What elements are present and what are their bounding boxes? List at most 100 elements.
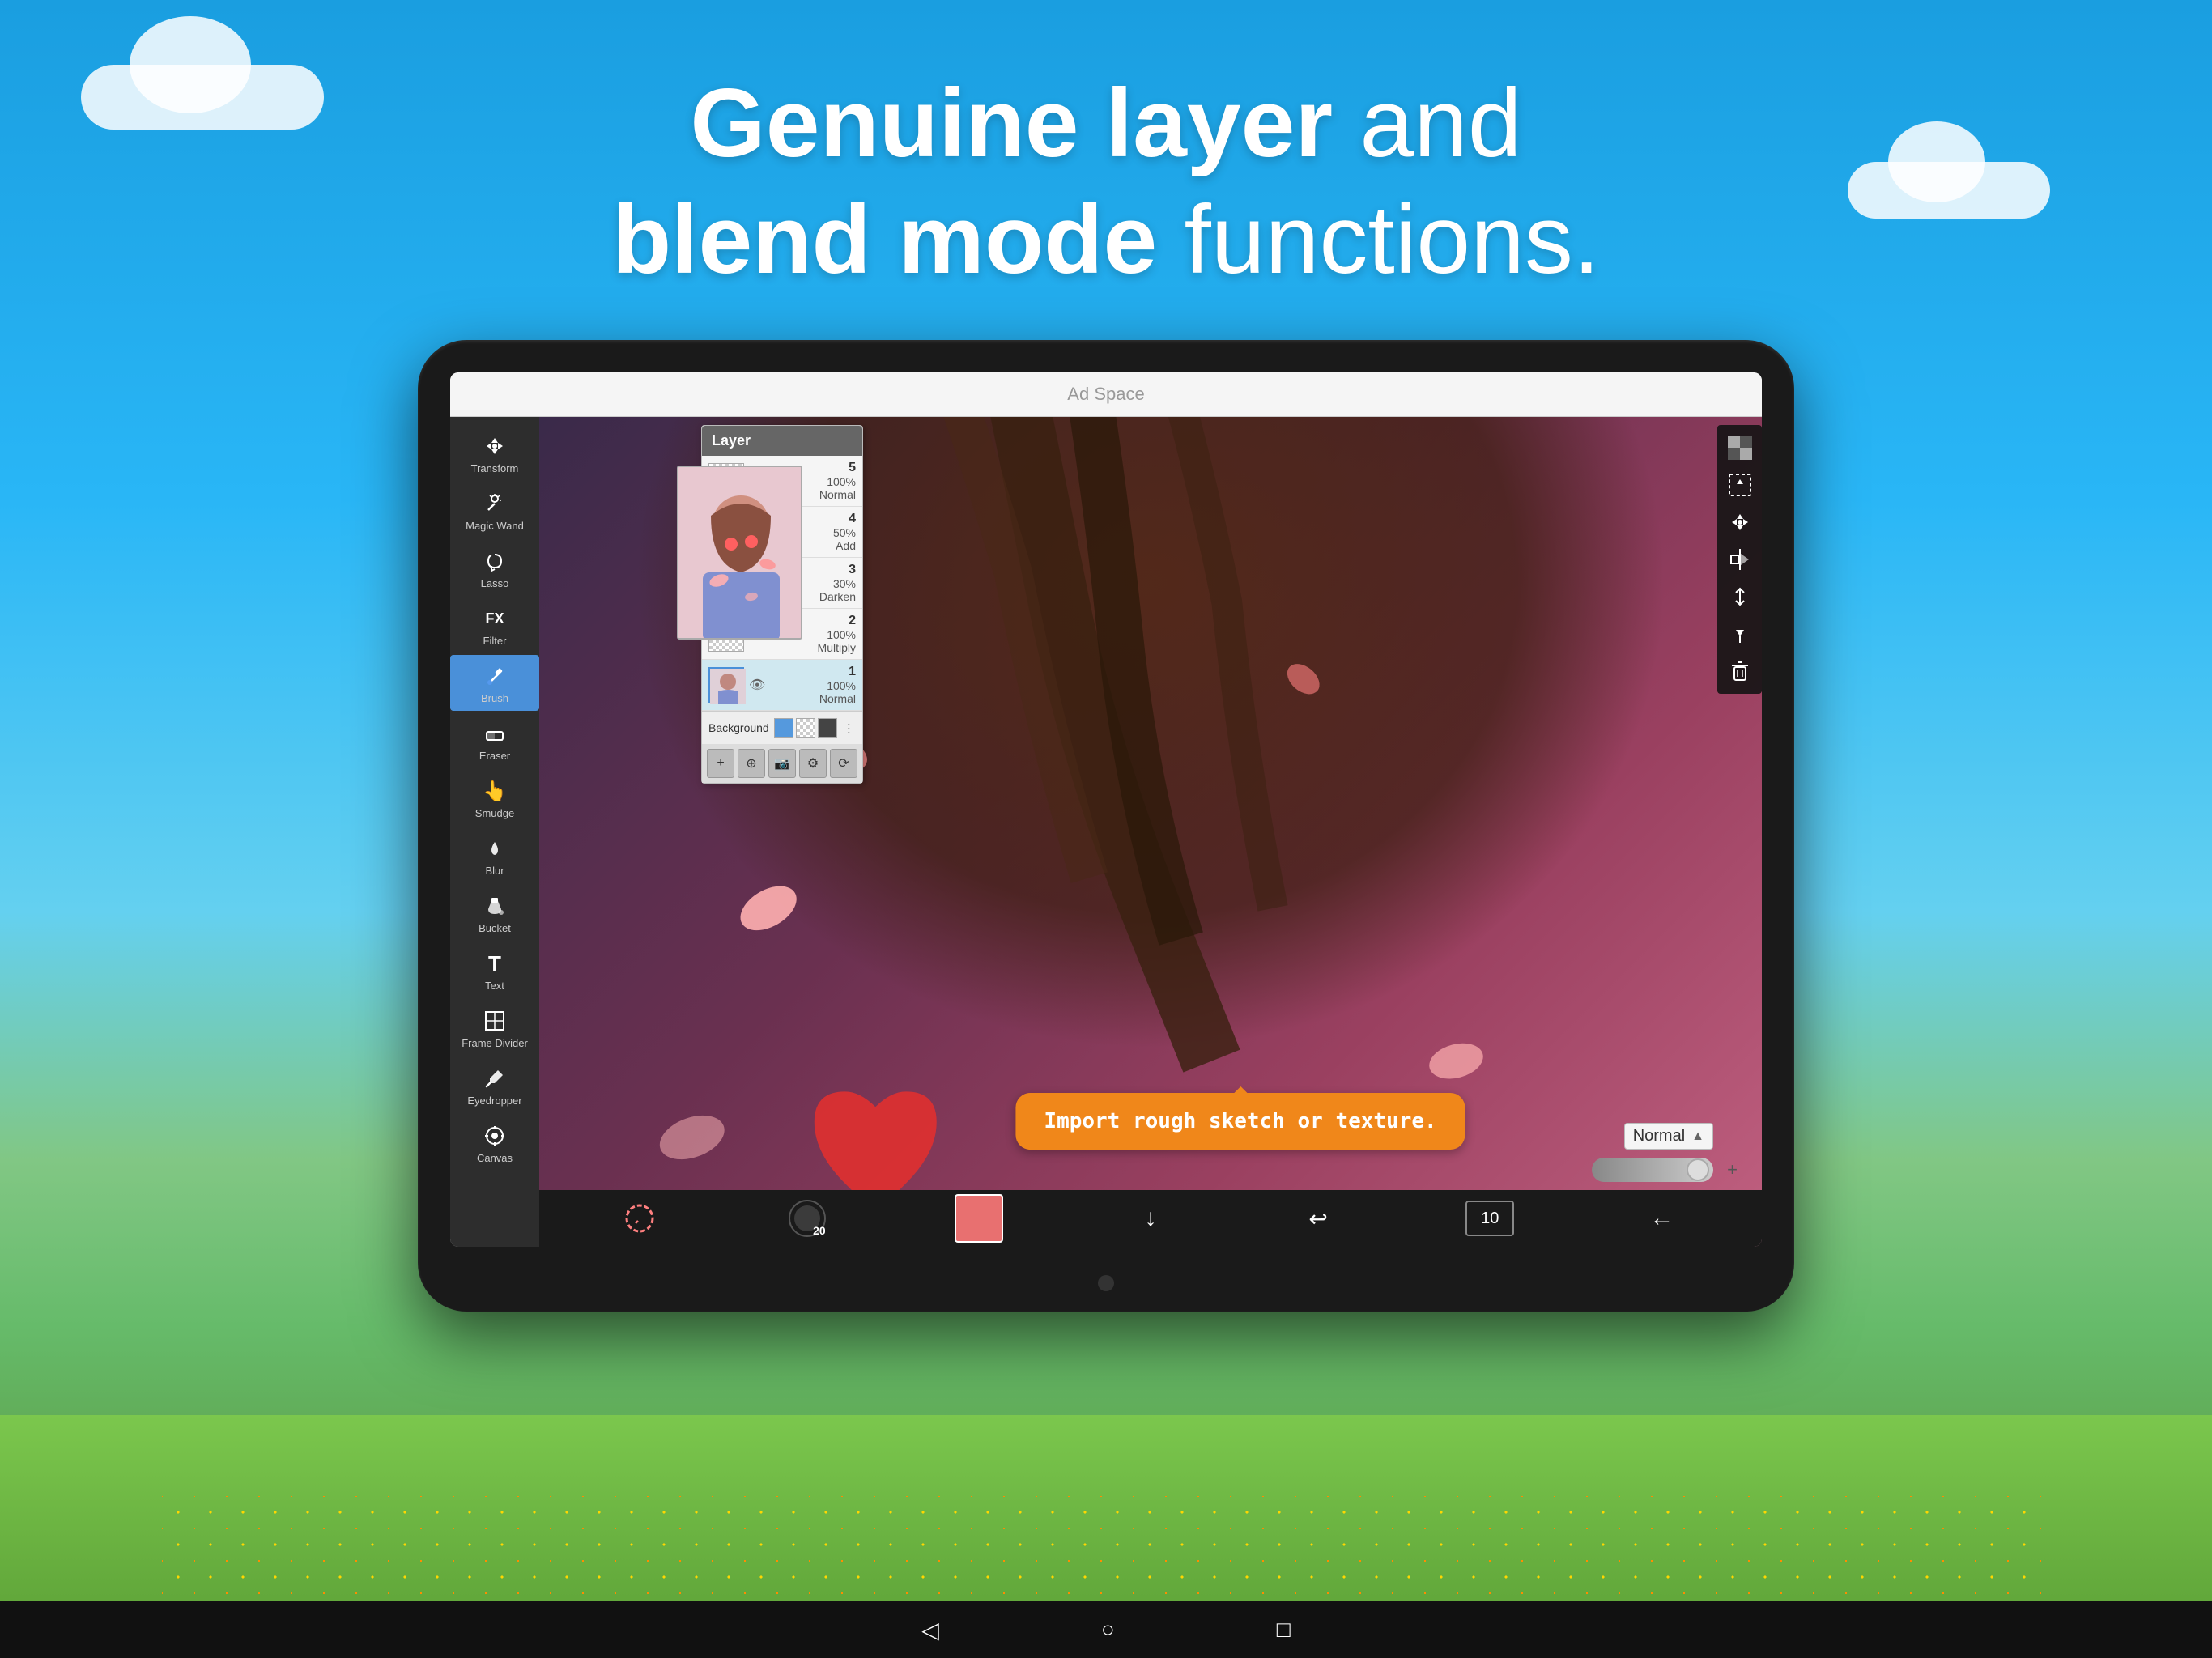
tool-filter[interactable]: FX Filter xyxy=(450,597,539,653)
title-normal-1: and xyxy=(1359,69,1521,177)
normal-blend-dropdown[interactable]: Normal ▲ xyxy=(1624,1123,1713,1150)
smudge-icon: 👆 xyxy=(480,776,509,806)
bucket-icon xyxy=(480,891,509,920)
eraser-icon xyxy=(480,719,509,748)
tablet-body: Ad Space Transform xyxy=(418,340,1794,1312)
resize-tool-btn[interactable] xyxy=(1722,579,1758,614)
canvas-bottom-toolbar: 20 ↓ ↩ 10 ← xyxy=(539,1190,1762,1247)
layer-2-blend: Multiply xyxy=(818,641,856,654)
frame-divider-label: Frame Divider xyxy=(462,1037,528,1049)
color-swatch-btn[interactable] xyxy=(955,1194,1003,1243)
title-area: Genuine layer and blend mode functions. xyxy=(0,65,2212,298)
tool-transform[interactable]: Transform xyxy=(450,425,539,481)
layer-1-opacity: 100% xyxy=(827,679,856,692)
transform-tool-btn[interactable] xyxy=(1722,504,1758,540)
thumbnail-preview xyxy=(677,466,802,640)
tablet-screen: Ad Space Transform xyxy=(450,372,1762,1247)
layer-1-eye[interactable]: 👁 xyxy=(749,677,765,693)
layer-count-btn[interactable]: 10 xyxy=(1465,1201,1514,1236)
magic-wand-icon xyxy=(480,489,509,518)
ad-bar: Ad Space xyxy=(450,372,1762,417)
layer-4-num: 4 xyxy=(849,512,856,526)
bg-color-dark xyxy=(818,718,837,738)
tool-blur[interactable]: Blur xyxy=(450,827,539,883)
layer-options-btn[interactable]: ⋮ xyxy=(842,716,856,739)
text-icon: T xyxy=(480,949,509,978)
brush-size-btn[interactable]: 20 xyxy=(787,1198,827,1239)
layer-1-info: 1 100% Normal xyxy=(770,665,856,705)
layer-merge-btn[interactable]: ⚙ xyxy=(799,749,827,778)
layer-delete-btn[interactable]: ⟳ xyxy=(830,749,857,778)
layer-panel-title: Layer xyxy=(712,432,751,449)
magic-wand-label: Magic Wand xyxy=(466,520,524,532)
back-button[interactable]: ◁ xyxy=(921,1617,939,1643)
tool-eraser[interactable]: Eraser xyxy=(450,712,539,768)
layer-5-opacity: 100% xyxy=(827,475,856,488)
tool-lasso[interactable]: Lasso xyxy=(450,540,539,596)
brush-icon xyxy=(480,661,509,691)
tooltip-text: Import rough sketch or texture. xyxy=(1044,1109,1436,1133)
arrow-right-btn[interactable]: ← xyxy=(1641,1198,1682,1239)
tool-bucket[interactable]: Bucket xyxy=(450,885,539,941)
right-tools-panel xyxy=(1717,425,1762,694)
title-line2: blend mode functions. xyxy=(0,181,2212,298)
selection-btn[interactable] xyxy=(619,1198,660,1239)
filter-icon: FX xyxy=(480,604,509,633)
layer-copy-btn[interactable]: ⊕ xyxy=(738,749,765,778)
canvas-label: Canvas xyxy=(477,1152,513,1164)
layer-1-thumb xyxy=(708,667,744,703)
layer-add-btn[interactable]: + xyxy=(707,749,734,778)
checker-tool-btn[interactable] xyxy=(1722,430,1758,466)
bucket-label: Bucket xyxy=(479,922,511,934)
tool-magic-wand[interactable]: Magic Wand xyxy=(450,483,539,538)
transform-icon xyxy=(480,432,509,461)
filter-label: Filter xyxy=(483,635,507,647)
title-line1: Genuine layer and xyxy=(0,65,2212,181)
tool-frame-divider[interactable]: Frame Divider xyxy=(450,1000,539,1056)
lasso-label: Lasso xyxy=(481,577,509,589)
blur-label: Blur xyxy=(485,865,504,877)
layer-3-blend: Darken xyxy=(819,590,856,603)
selection-move-btn[interactable] xyxy=(1722,467,1758,503)
blend-dropdown-arrow: ▲ xyxy=(1691,1129,1704,1144)
tool-brush[interactable]: Brush xyxy=(450,655,539,711)
layer-camera-btn[interactable]: 📷 xyxy=(768,749,796,778)
layer-5-num: 5 xyxy=(849,461,856,475)
tool-smudge[interactable]: 👆 Smudge xyxy=(450,770,539,826)
title-normal-2: functions. xyxy=(1185,185,1601,294)
tool-eyedropper[interactable]: Eyedropper xyxy=(450,1057,539,1113)
opacity-plus-btn[interactable]: + xyxy=(1727,1159,1738,1180)
title-bold-1: Genuine layer xyxy=(690,69,1333,177)
move-down-btn[interactable] xyxy=(1722,616,1758,652)
android-nav-bar: ◁ ○ □ xyxy=(0,1601,2212,1658)
recent-button[interactable]: □ xyxy=(1277,1617,1291,1643)
smudge-label: Smudge xyxy=(475,807,514,819)
title-bold-2: blend mode xyxy=(612,185,1157,294)
download-btn[interactable]: ↓ xyxy=(1130,1198,1171,1239)
tool-canvas[interactable]: Canvas xyxy=(450,1115,539,1171)
bg-color-blue xyxy=(774,718,793,738)
layer-5-blend: Normal xyxy=(819,488,856,501)
eraser-label: Eraser xyxy=(479,750,510,762)
layer-4-blend: Add xyxy=(836,539,856,552)
undo-btn[interactable]: ↩ xyxy=(1298,1198,1338,1239)
opacity-slider[interactable]: + xyxy=(1592,1158,1713,1182)
layer-item-1[interactable]: 👁 1 100% Normal xyxy=(702,660,862,711)
ad-bar-text: Ad Space xyxy=(1067,384,1144,405)
tablet-camera xyxy=(1098,1275,1114,1291)
home-button[interactable]: ○ xyxy=(1101,1617,1115,1643)
layer-1-num: 1 xyxy=(849,665,856,679)
tablet: Ad Space Transform xyxy=(418,340,1794,1312)
tooltip-bubble: Import rough sketch or texture. xyxy=(1015,1093,1465,1150)
canvas-settings-icon xyxy=(480,1121,509,1150)
delete-layer-btn[interactable] xyxy=(1722,653,1758,689)
transform-label: Transform xyxy=(471,462,519,474)
opacity-knob[interactable] xyxy=(1687,1158,1709,1181)
flip-tool-btn[interactable] xyxy=(1722,542,1758,577)
brush-label: Brush xyxy=(481,692,508,704)
thumb-art xyxy=(678,467,802,640)
tool-text[interactable]: T Text xyxy=(450,942,539,998)
layer-2-opacity: 100% xyxy=(827,628,856,641)
left-toolbar: Transform xyxy=(450,417,539,1247)
blend-mode-label: Normal xyxy=(1633,1127,1685,1146)
